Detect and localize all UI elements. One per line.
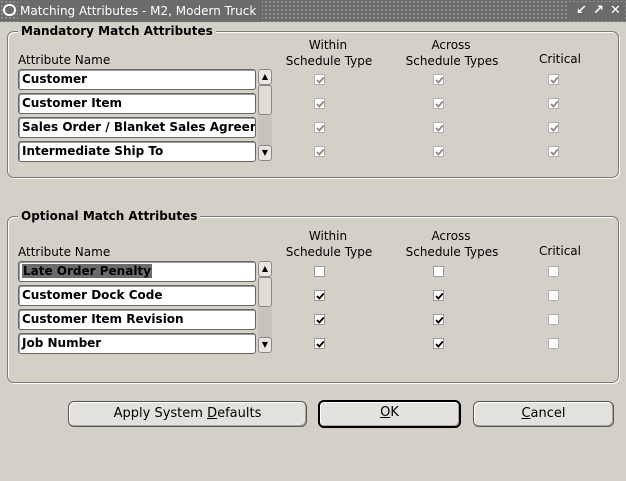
- within-checkbox: [314, 146, 325, 157]
- cancel-label-mnemonic: C: [521, 406, 531, 421]
- ok-label-post: K: [390, 405, 399, 420]
- attribute-name-field[interactable]: Late Order Penalty: [18, 261, 256, 282]
- cancel-button[interactable]: Cancel: [473, 401, 614, 427]
- minimize-icon[interactable]: ↙: [573, 2, 590, 19]
- attribute-name-field[interactable]: Customer: [18, 69, 256, 90]
- mandatory-col-attribute-name: Attribute Name: [18, 53, 111, 67]
- across-checkbox: [433, 122, 444, 133]
- cancel-label-post: ancel: [530, 406, 566, 421]
- mandatory-scrollbar[interactable]: ▲ ▼: [258, 69, 272, 161]
- scroll-thumb[interactable]: [258, 277, 272, 307]
- mandatory-col-within-2: Schedule Type: [285, 54, 373, 68]
- mandatory-col-across-2: Schedule Types: [405, 54, 499, 68]
- across-checkbox[interactable]: [433, 338, 444, 349]
- optional-col-within-2: Schedule Type: [285, 245, 373, 259]
- optional-col-within-1: Within: [308, 229, 348, 243]
- within-checkbox[interactable]: [314, 266, 325, 277]
- critical-checkbox[interactable]: [548, 290, 559, 301]
- optional-scrollbar[interactable]: ▲ ▼: [258, 261, 272, 353]
- optional-col-across-1: Across: [431, 229, 471, 243]
- mandatory-col-critical: Critical: [539, 52, 581, 66]
- optional-col-critical: Critical: [539, 244, 581, 258]
- close-icon[interactable]: ✕: [607, 2, 624, 19]
- window-controls: ↙ ↗ ✕: [569, 2, 624, 20]
- critical-checkbox: [548, 98, 559, 109]
- within-checkbox: [314, 122, 325, 133]
- within-checkbox: [314, 74, 325, 85]
- attribute-name-text: Customer: [22, 72, 88, 86]
- attribute-name-text: Customer Item: [22, 96, 123, 110]
- within-checkbox[interactable]: [314, 314, 325, 325]
- attribute-name-text: Customer Dock Code: [22, 288, 163, 302]
- window-title: Matching Attributes - M2, Modern Truck: [18, 0, 263, 22]
- scroll-thumb[interactable]: [258, 85, 272, 115]
- attribute-name-text: Sales Order / Blanket Sales Agreement: [22, 120, 255, 134]
- scroll-up-icon[interactable]: ▲: [258, 69, 272, 85]
- attribute-name-text: Job Number: [22, 336, 102, 350]
- within-checkbox[interactable]: [314, 290, 325, 301]
- critical-checkbox: [548, 146, 559, 157]
- across-checkbox: [433, 146, 444, 157]
- mandatory-col-within-1: Within: [308, 38, 348, 52]
- maximize-icon[interactable]: ↗: [590, 2, 607, 19]
- within-checkbox: [314, 98, 325, 109]
- critical-checkbox[interactable]: [548, 314, 559, 325]
- scroll-down-icon[interactable]: ▼: [258, 145, 272, 161]
- attribute-name-text: Late Order Penalty: [22, 264, 152, 278]
- critical-checkbox: [548, 74, 559, 85]
- ok-label-mnemonic: O: [380, 405, 391, 420]
- attribute-name-field[interactable]: Customer Item Revision: [18, 309, 256, 330]
- optional-col-attribute-name: Attribute Name: [18, 245, 111, 259]
- mandatory-group-title: Mandatory Match Attributes: [18, 23, 216, 39]
- ok-button[interactable]: OK: [318, 400, 461, 428]
- optional-col-across-2: Schedule Types: [405, 245, 499, 259]
- attribute-name-field[interactable]: Customer Item: [18, 93, 256, 114]
- critical-checkbox[interactable]: [548, 338, 559, 349]
- across-checkbox[interactable]: [433, 314, 444, 325]
- attribute-name-text: Customer Item Revision: [22, 312, 184, 326]
- attribute-name-field[interactable]: Customer Dock Code: [18, 285, 256, 306]
- apply-label-pre: Apply System: [113, 406, 208, 421]
- scroll-down-icon[interactable]: ▼: [258, 337, 272, 353]
- window-menu-icon[interactable]: [3, 4, 16, 16]
- across-checkbox[interactable]: [433, 290, 444, 301]
- attribute-name-field[interactable]: Sales Order / Blanket Sales Agreement: [18, 117, 256, 138]
- across-checkbox: [433, 98, 444, 109]
- mandatory-col-across-1: Across: [431, 38, 471, 52]
- optional-group-title: Optional Match Attributes: [18, 208, 201, 224]
- within-checkbox[interactable]: [314, 338, 325, 349]
- apply-system-defaults-button[interactable]: Apply System Defaults: [68, 401, 307, 427]
- apply-label-mnemonic: D: [207, 406, 218, 421]
- critical-checkbox: [548, 122, 559, 133]
- scroll-up-icon[interactable]: ▲: [258, 261, 272, 277]
- critical-checkbox[interactable]: [548, 266, 559, 277]
- attribute-name-field[interactable]: Job Number: [18, 333, 256, 354]
- across-checkbox: [433, 74, 444, 85]
- attribute-name-text: Intermediate Ship To: [22, 144, 164, 158]
- across-checkbox[interactable]: [433, 266, 444, 277]
- title-bar[interactable]: Matching Attributes - M2, Modern Truck ↙…: [0, 0, 626, 22]
- attribute-name-field[interactable]: Intermediate Ship To: [18, 141, 256, 162]
- apply-label-post: efaults: [217, 406, 262, 421]
